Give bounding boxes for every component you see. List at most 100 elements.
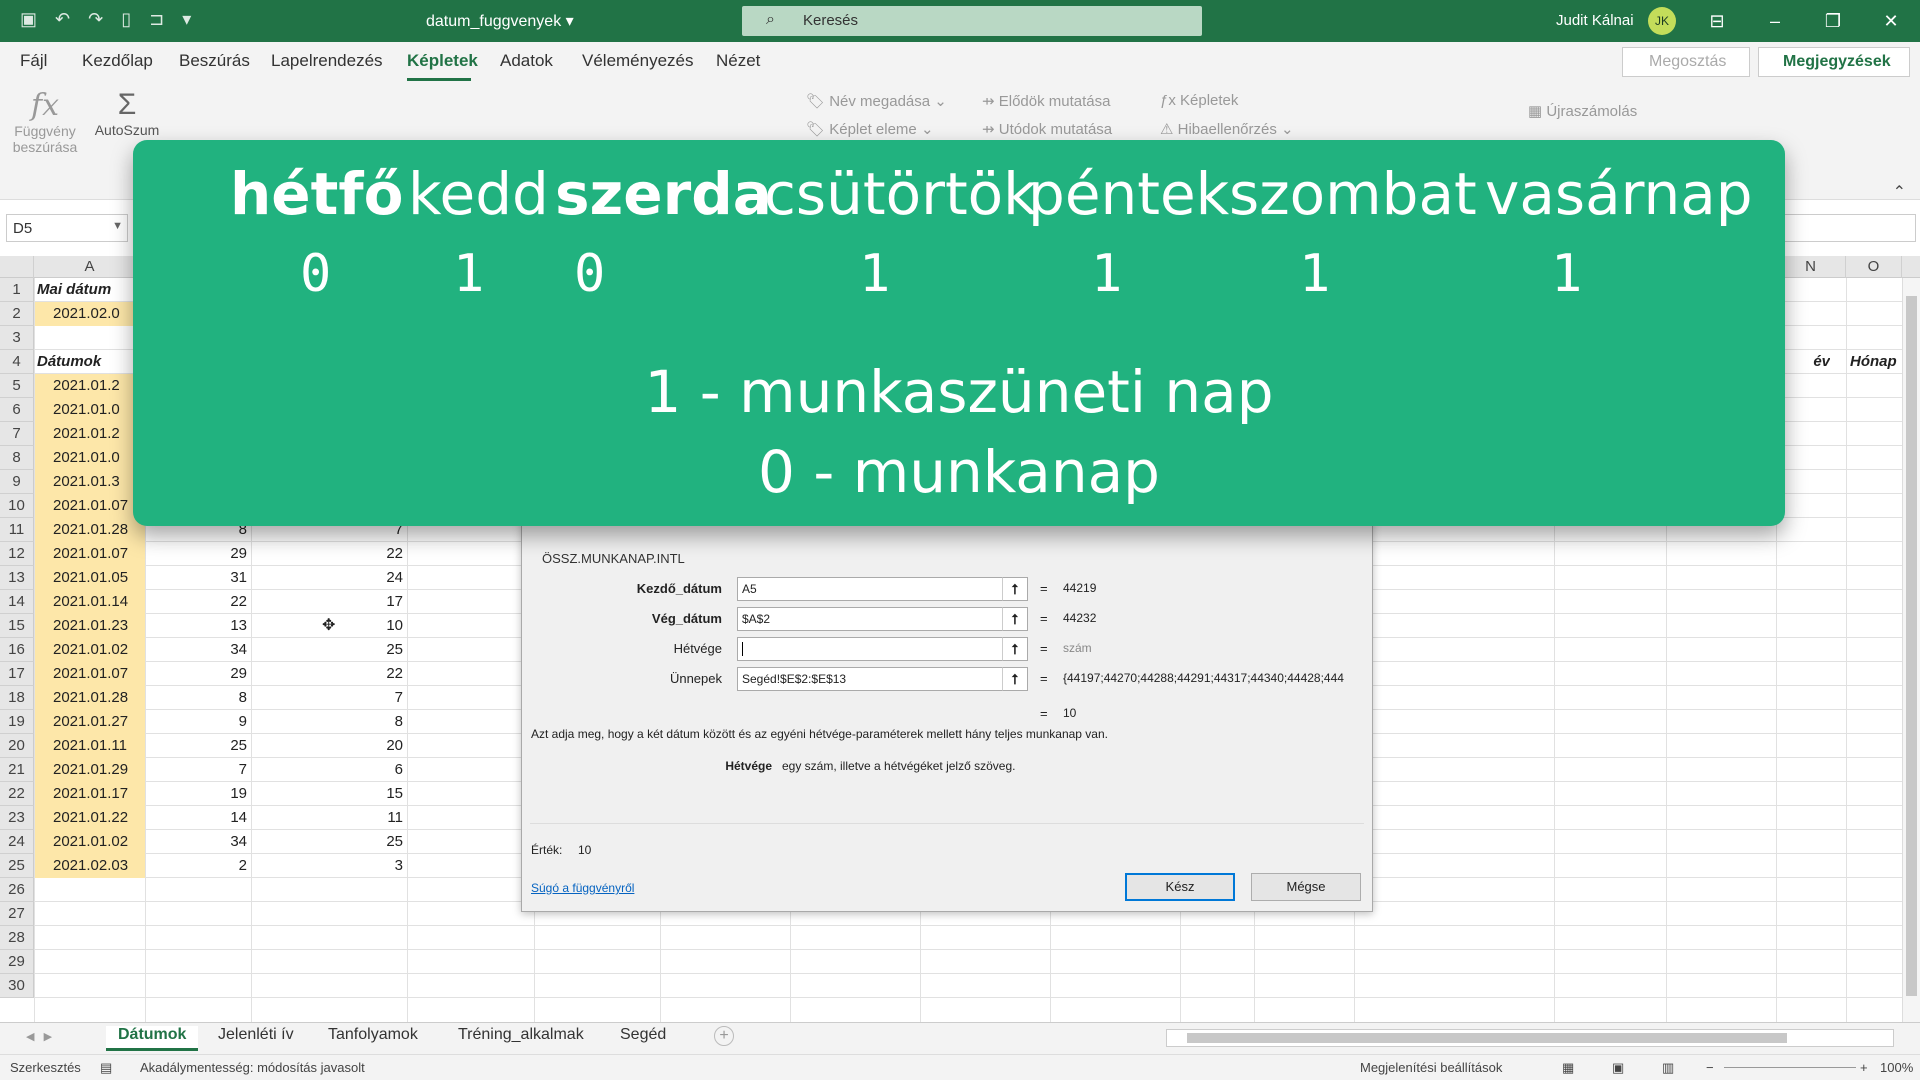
arg-input-start-date[interactable]: A5 <box>737 577 1023 601</box>
cell-c[interactable]: 24 <box>252 566 407 590</box>
vertical-scrollbar[interactable] <box>1902 278 1920 1022</box>
tab-file[interactable]: Fájl <box>20 51 47 71</box>
select-all-corner[interactable] <box>0 256 34 278</box>
macro-record-icon[interactable]: ▤ <box>100 1060 112 1076</box>
define-name-button[interactable]: 🏷 Név megadása ⌄ <box>806 92 947 110</box>
cell-b[interactable]: 25 <box>146 734 251 758</box>
cell-c[interactable]: 20 <box>252 734 407 758</box>
cell-n4[interactable]: Hónap <box>1850 350 1902 374</box>
autosum-button[interactable]: Σ AutoSzum <box>92 88 162 138</box>
cell-b[interactable]: 29 <box>146 542 251 566</box>
zoom-level[interactable]: 100% <box>1880 1060 1913 1075</box>
cell-a[interactable]: 2021.01.17 <box>35 782 145 806</box>
cell-b[interactable]: 19 <box>146 782 251 806</box>
row-header[interactable]: 16 <box>0 638 34 662</box>
cell-b[interactable]: 29 <box>146 662 251 686</box>
row-header[interactable]: 14 <box>0 590 34 614</box>
cell-c[interactable]: 3 <box>252 854 407 878</box>
undo-icon[interactable]: ↶ <box>55 9 70 30</box>
minimize-icon[interactable]: – <box>1746 0 1804 42</box>
row-header[interactable]: 7 <box>0 422 34 446</box>
cell-a[interactable]: 2021.01.0 <box>35 398 145 422</box>
zoom-out-icon[interactable]: − <box>1706 1060 1714 1075</box>
avatar[interactable]: JK <box>1648 7 1676 35</box>
cell-a[interactable]: 2021.01.28 <box>35 686 145 710</box>
help-link[interactable]: Súgó a függvényről <box>531 881 634 895</box>
save-icon[interactable]: ▣ <box>20 9 37 30</box>
comments-button[interactable]: Megjegyzések <box>1758 47 1910 77</box>
cell-c[interactable]: 25 <box>252 830 407 854</box>
cell-a[interactable]: 2021.01.0 <box>35 446 145 470</box>
row-header[interactable]: 21 <box>0 758 34 782</box>
row-header[interactable]: 17 <box>0 662 34 686</box>
ok-button[interactable]: Kész <box>1125 873 1235 901</box>
cell-b[interactable]: 14 <box>146 806 251 830</box>
sheet-tab-seged[interactable]: Segéd <box>620 1026 666 1044</box>
page-layout-view-icon[interactable]: ▣ <box>1612 1060 1624 1076</box>
cell-a[interactable]: 2021.01.23 <box>35 614 145 638</box>
search-box[interactable]: ⌕ Keresés <box>742 6 1202 36</box>
row-header[interactable]: 9 <box>0 470 34 494</box>
cell-a[interactable]: 2021.01.14 <box>35 590 145 614</box>
tab-home[interactable]: Kezdőlap <box>82 51 153 71</box>
cell-c[interactable]: 11 <box>252 806 407 830</box>
row-header[interactable]: 30 <box>0 974 34 998</box>
cell-c[interactable]: 7 <box>252 686 407 710</box>
cell-b[interactable]: 2 <box>146 854 251 878</box>
recalculate-button[interactable]: ▦ Újraszámolás <box>1528 102 1637 120</box>
chevron-down-icon[interactable]: ▼ <box>112 220 123 232</box>
cell-a[interactable]: 2021.01.2 <box>35 374 145 398</box>
collapse-ribbon-icon[interactable]: ⌃ <box>1893 182 1906 202</box>
row-header[interactable]: 1 <box>0 278 34 302</box>
row-header[interactable]: 18 <box>0 686 34 710</box>
accessibility-status[interactable]: Akadálymentesség: módosítás javasolt <box>140 1060 365 1075</box>
trace-dependents-button[interactable]: ⇸ Utódok mutatása <box>982 120 1112 138</box>
row-header[interactable]: 24 <box>0 830 34 854</box>
cell-a[interactable]: 2021.01.02 <box>35 638 145 662</box>
cell-c[interactable]: 25 <box>252 638 407 662</box>
row-header[interactable]: 2 <box>0 302 34 326</box>
row-header[interactable]: 28 <box>0 926 34 950</box>
cell-c[interactable]: 22 <box>252 542 407 566</box>
sheet-tab-datumok[interactable]: Dátumok <box>106 1026 199 1051</box>
cell-c[interactable]: 6 <box>252 758 407 782</box>
normal-view-icon[interactable]: ▦ <box>1562 1060 1574 1076</box>
tab-formulas[interactable]: Képletek <box>407 51 478 71</box>
show-formulas-button[interactable]: ƒx Képletek <box>1160 92 1238 109</box>
row-header[interactable]: 26 <box>0 878 34 902</box>
add-sheet-icon[interactable]: + <box>714 1026 734 1046</box>
name-box[interactable]: D5 ▼ <box>6 214 128 242</box>
horizontal-scrollbar[interactable] <box>1166 1029 1894 1047</box>
zoom-slider[interactable] <box>1724 1067 1856 1068</box>
arg-input-end-date[interactable]: $A$2 <box>737 607 1023 631</box>
scroll-thumb[interactable] <box>1187 1033 1787 1043</box>
cell-c[interactable]: 8 <box>252 710 407 734</box>
row-header[interactable]: 4 <box>0 350 34 374</box>
arg-input-weekend[interactable] <box>737 637 1023 661</box>
insert-function-button[interactable]: fx Függvény beszúrása <box>8 88 82 155</box>
cell-a[interactable]: Dátumok <box>35 350 145 374</box>
row-header[interactable]: 25 <box>0 854 34 878</box>
cell-a[interactable]: 2021.01.07 <box>35 542 145 566</box>
cell-a[interactable]: Mai dátum <box>35 278 145 302</box>
cell-a[interactable]: 2021.01.02 <box>35 830 145 854</box>
row-header[interactable]: 3 <box>0 326 34 350</box>
cell-a[interactable]: 2021.01.28 <box>35 518 145 542</box>
close-icon[interactable]: ✕ <box>1862 0 1920 42</box>
cell-a[interactable]: 2021.02.0 <box>35 302 145 326</box>
open-folder-icon[interactable]: ⊐ <box>149 9 164 30</box>
error-checking-button[interactable]: ⚠ Hibaellenőrzés ⌄ <box>1160 120 1294 138</box>
cell-a[interactable]: 2021.01.07 <box>35 494 145 518</box>
row-header[interactable]: 6 <box>0 398 34 422</box>
cell-a[interactable]: 2021.01.07 <box>35 662 145 686</box>
cell-b[interactable]: 34 <box>146 830 251 854</box>
restore-icon[interactable]: ❐ <box>1804 0 1862 42</box>
cancel-button[interactable]: Mégse <box>1251 873 1361 901</box>
sheet-tab-tanfolyamok[interactable]: Tanfolyamok <box>328 1026 418 1044</box>
row-header[interactable]: 11 <box>0 518 34 542</box>
file-name[interactable]: datum_fuggvenyek ▾ <box>426 11 574 31</box>
cell-a[interactable]: 2021.01.22 <box>35 806 145 830</box>
cell-a[interactable]: 2021.01.3 <box>35 470 145 494</box>
row-header[interactable]: 12 <box>0 542 34 566</box>
row-header[interactable]: 19 <box>0 710 34 734</box>
